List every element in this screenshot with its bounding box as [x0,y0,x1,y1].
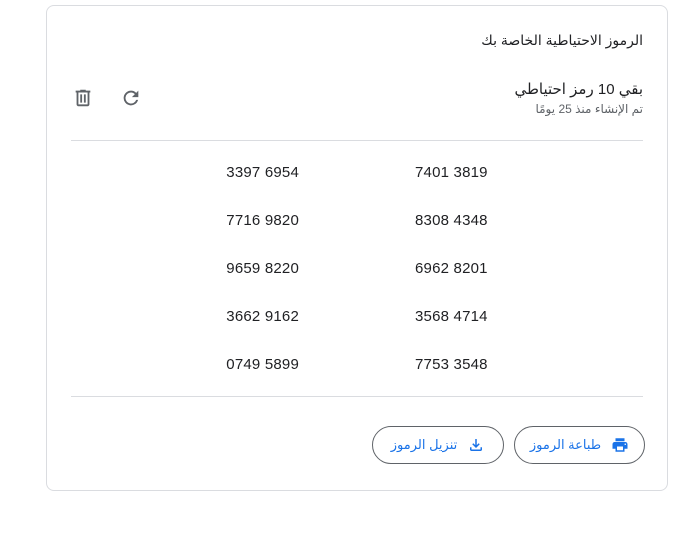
backup-codes-card: الرموز الاحتياطية الخاصة بك بقي 10 رمز ا… [46,5,668,491]
backup-code: 3662 9162 [226,308,299,325]
trash-icon [75,89,91,107]
regenerate-codes-button[interactable] [117,84,145,112]
download-codes-button[interactable]: تنزيل الرموز [372,426,504,464]
printer-icon [612,438,628,452]
codes-created-text: تم الإنشاء منذ 25 يومًا [535,102,643,116]
delete-codes-button[interactable] [69,84,97,112]
backup-code: 0749 5899 [226,356,299,373]
codes-status: بقي 10 رمز احتياطي تم الإنشاء منذ 25 يوم… [514,80,643,116]
backup-code: 8308 4348 [415,212,488,229]
codes-list: 3397 6954 7401 3819 7716 9820 8308 4348 … [47,156,667,396]
backup-code: 3397 6954 [226,164,299,181]
card-title: الرموز الاحتياطية الخاصة بك [481,32,643,48]
print-codes-button[interactable]: طباعة الرموز [514,426,645,464]
codes-remaining-text: بقي 10 رمز احتياطي [514,81,643,98]
backup-code: 7401 3819 [415,164,488,181]
download-icon [470,439,483,451]
code-row: 7716 9820 8308 4348 [47,204,667,252]
code-row: 3662 9162 3568 4714 [47,300,667,348]
download-codes-label: تنزيل الرموز [390,437,458,452]
backup-code: 6962 8201 [415,260,488,277]
refresh-icon [123,90,139,106]
code-row: 0749 5899 7753 3548 [47,348,667,396]
code-row: 9659 8220 6962 8201 [47,252,667,300]
backup-code: 7716 9820 [226,212,299,229]
divider [71,396,643,397]
backup-code: 3568 4714 [415,308,488,325]
code-row: 3397 6954 7401 3819 [47,156,667,204]
print-codes-label: طباعة الرموز [529,437,602,452]
backup-code: 9659 8220 [226,260,299,277]
backup-code: 7753 3548 [415,356,488,373]
divider [71,140,643,141]
